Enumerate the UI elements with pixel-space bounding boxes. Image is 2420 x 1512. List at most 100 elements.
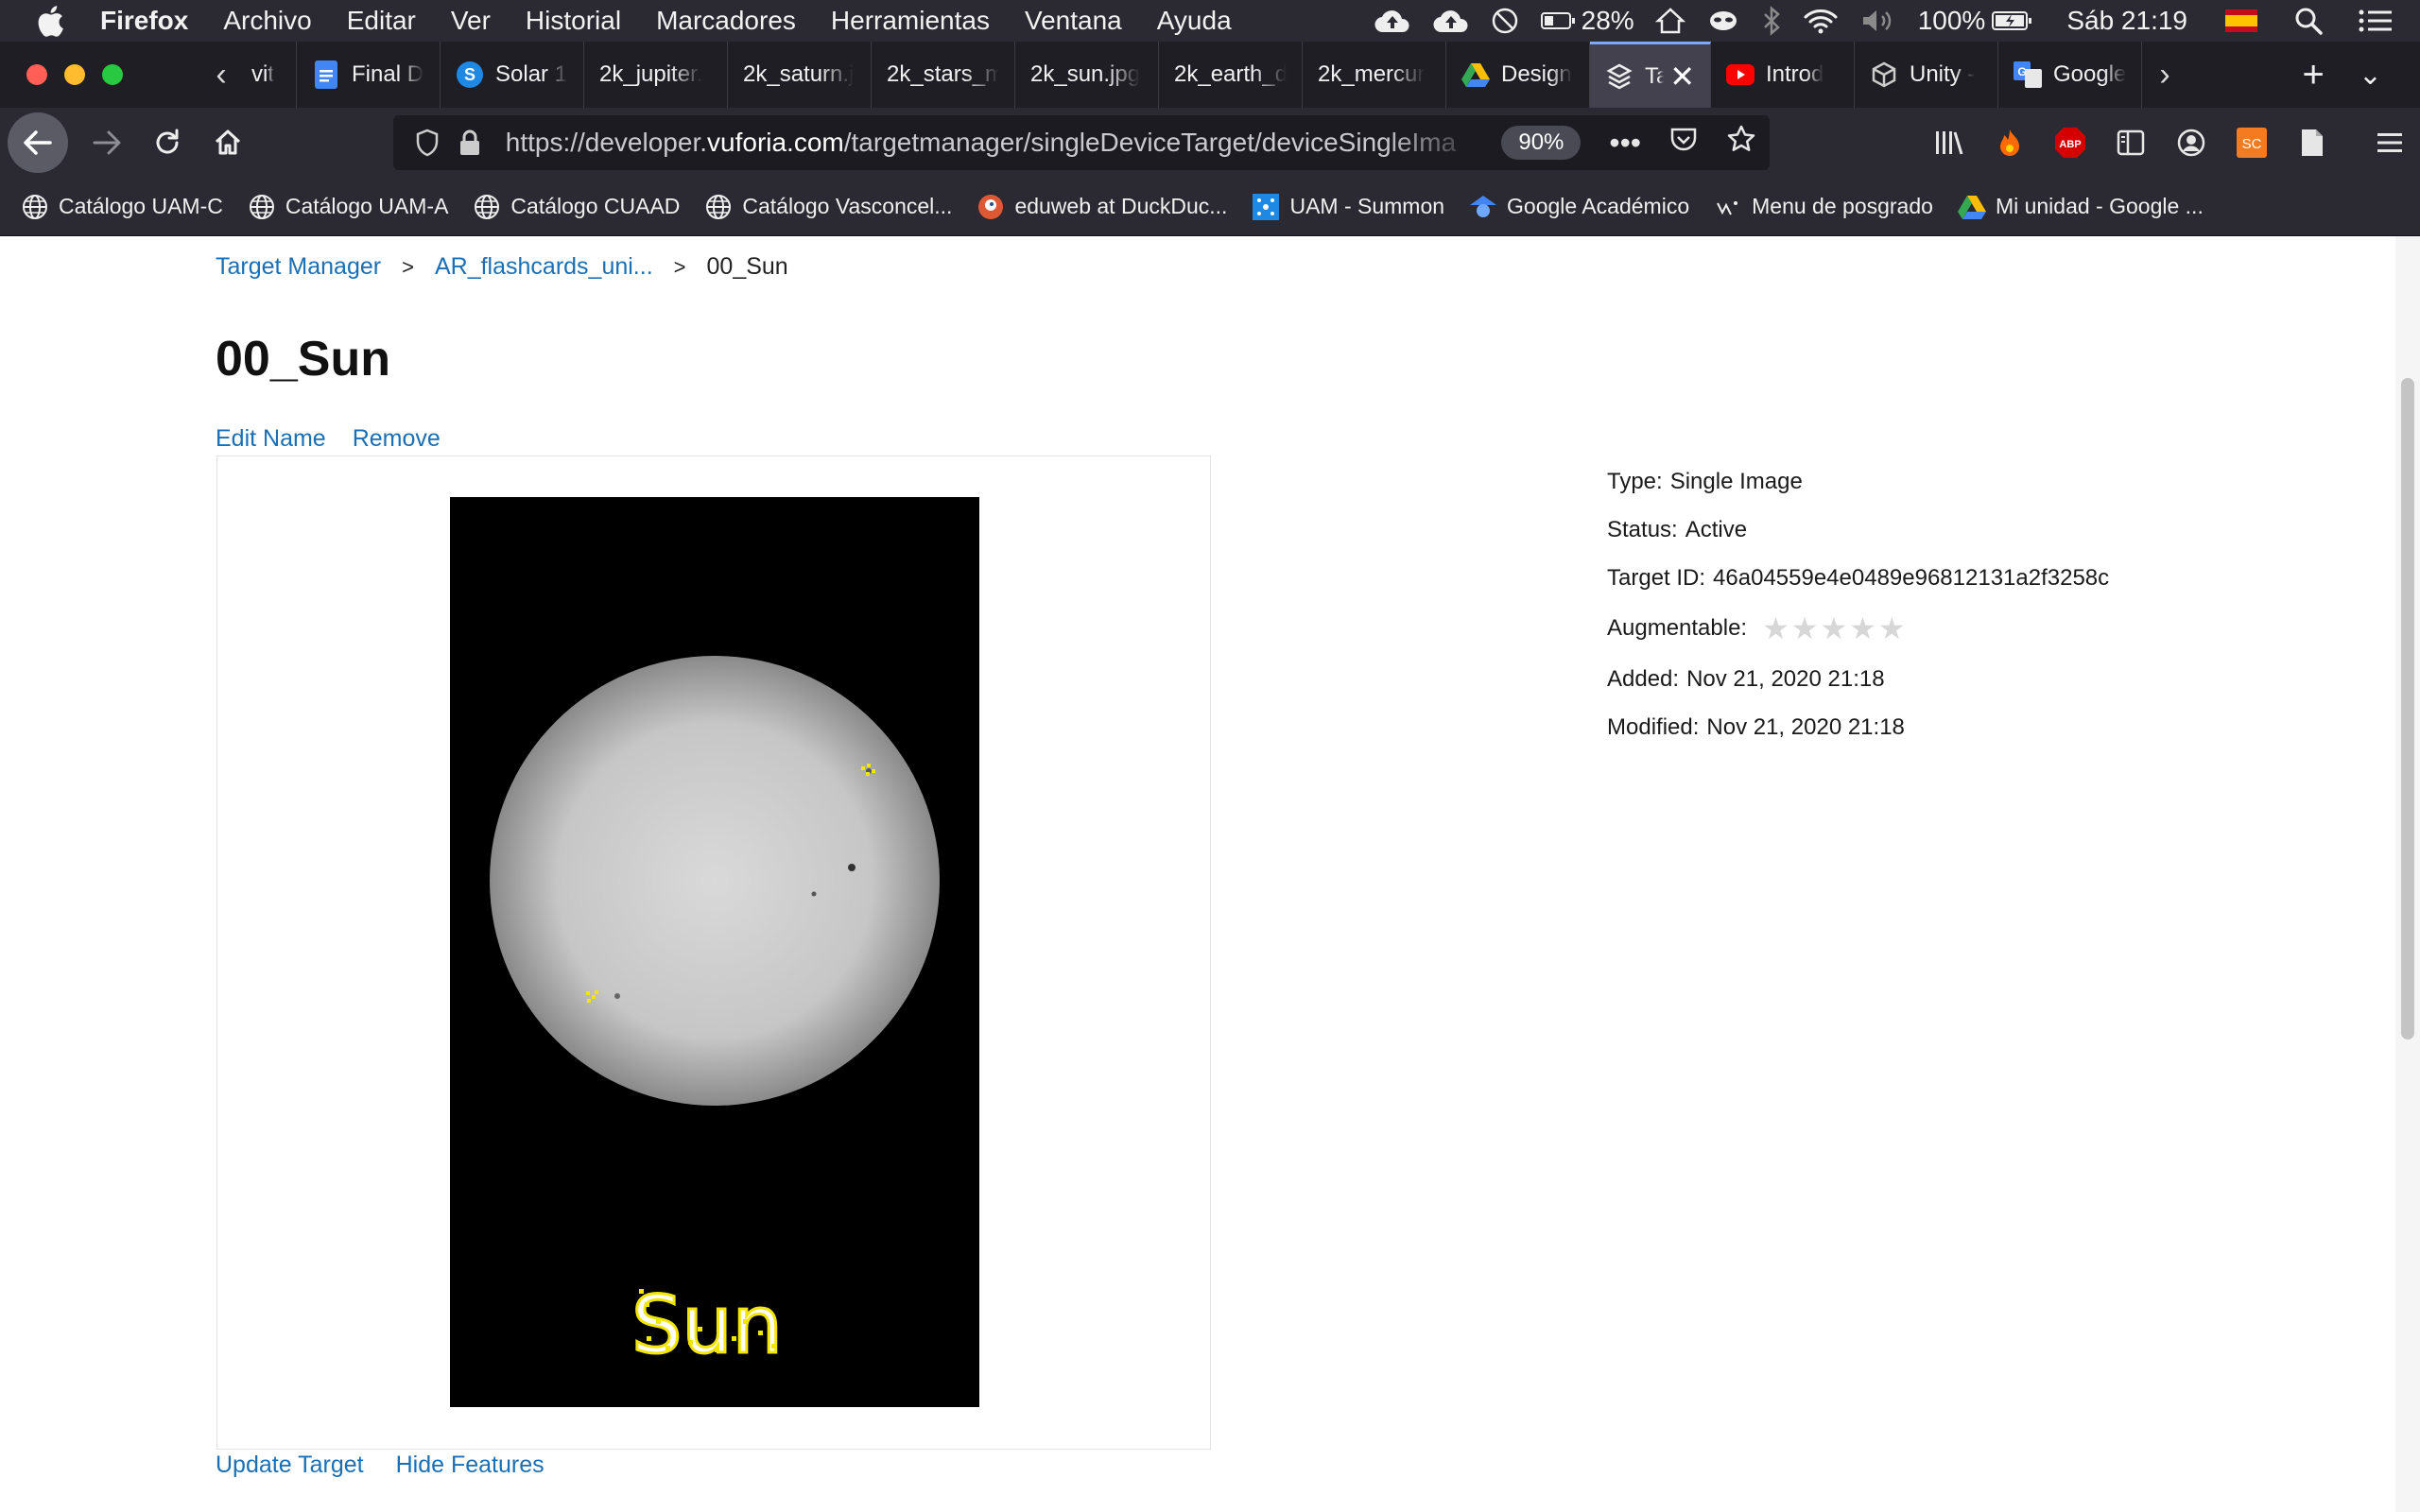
detail-added-value: Nov 21, 2020 21:18 [1686, 665, 1885, 692]
bookmark-eduweb-duckduckgo[interactable]: eduweb at DuckDuc... [977, 193, 1227, 221]
menu-app-firefox[interactable]: Firefox [100, 6, 188, 36]
breadcrumb-target-manager-link[interactable]: Target Manager [216, 253, 381, 281]
posgrado-icon [1714, 193, 1742, 221]
close-window-button[interactable] [26, 64, 47, 85]
battery-small-status[interactable]: 28% [1540, 6, 1634, 36]
breadcrumb-database-link[interactable]: AR_flashcards_uni... [435, 253, 653, 281]
menu-herramientas[interactable]: Herramientas [831, 6, 990, 36]
tab-0[interactable]: vit [244, 42, 297, 108]
tab-11[interactable]: Introd [1711, 42, 1855, 108]
tabs-scroll-left-icon[interactable]: ‹ [199, 42, 244, 108]
volume-icon[interactable] [1859, 7, 1897, 35]
list-all-tabs-icon[interactable]: ⌄ [2359, 59, 2382, 92]
globe-icon [473, 193, 501, 221]
reload-button[interactable] [138, 113, 197, 172]
menu-ventana[interactable]: Ventana [1025, 6, 1122, 36]
tab-2[interactable]: S Solar 1 [441, 42, 584, 108]
bookmark-label: Menu de posgrado [1752, 194, 1933, 218]
sidebar-toggle-icon[interactable] [2100, 129, 2161, 157]
page-scrollbar-thumb[interactable] [2401, 378, 2414, 1040]
sc-extension-icon[interactable]: SC [2221, 128, 2282, 158]
bookmark-catalogo-uam-a[interactable]: Catálogo UAM-A [248, 193, 448, 221]
tab-4[interactable]: 2k_saturn.j [728, 42, 872, 108]
target-actions: Edit Name Remove [216, 425, 467, 453]
cloud-sync-icon[interactable] [1432, 8, 1470, 34]
tab-label: 2k_mercur [1318, 61, 1426, 87]
fire-extension-icon[interactable] [1979, 128, 2040, 158]
update-target-link[interactable]: Update Target [216, 1452, 364, 1479]
edit-name-link[interactable]: Edit Name [216, 425, 326, 453]
bookmark-catalogo-uam-c[interactable]: Catálogo UAM-C [21, 193, 223, 221]
tab-label: Tar [1645, 62, 1664, 89]
home-button[interactable] [199, 113, 257, 172]
open-menu-icon[interactable] [2360, 130, 2420, 155]
do-not-disturb-icon[interactable] [1491, 7, 1519, 35]
tab-6[interactable]: 2k_sun.jpg [1015, 42, 1159, 108]
pocket-icon[interactable] [1669, 126, 1698, 161]
hide-features-link[interactable]: Hide Features [396, 1452, 544, 1479]
google-drive-icon [1461, 60, 1490, 89]
bookmark-google-academico[interactable]: Google Académico [1469, 193, 1689, 221]
mask-icon[interactable] [1706, 7, 1740, 35]
menu-historial[interactable]: Historial [526, 6, 621, 36]
lock-icon[interactable] [451, 129, 488, 157]
battery-main-status[interactable]: 100% [1918, 6, 2035, 36]
tab-list: vit Final D S Solar 1 2k_jupiter. 2k_sat… [244, 42, 2142, 108]
bookmark-menu-posgrado[interactable]: Menu de posgrado [1714, 193, 1933, 221]
bookmark-mi-unidad[interactable]: Mi unidad - Google ... [1957, 193, 2204, 221]
bookmark-catalogo-cuaad[interactable]: Catálogo CUAAD [473, 193, 680, 221]
menubar-clock[interactable]: Sáb 21:19 [2066, 6, 2187, 36]
detail-label: Added: [1607, 665, 1680, 692]
remove-link[interactable]: Remove [353, 425, 441, 453]
tab-5[interactable]: 2k_stars_m [872, 42, 1015, 108]
tracking-protection-shield-icon[interactable] [408, 129, 445, 157]
scholar-icon [1469, 193, 1497, 221]
bluetooth-icon[interactable] [1761, 6, 1782, 36]
tab-13[interactable]: G Google [1998, 42, 2142, 108]
minimize-window-button[interactable] [64, 64, 85, 85]
menu-archivo[interactable]: Archivo [223, 6, 311, 36]
menu-ver[interactable]: Ver [451, 6, 491, 36]
adblock-plus-icon[interactable]: ABP [2040, 127, 2100, 159]
cloud-upload-icon[interactable] [1374, 8, 1411, 34]
address-bar[interactable]: https://developer.vuforia.com/targetmana… [393, 115, 1770, 170]
document-extension-icon[interactable] [2282, 128, 2342, 158]
tab-10-active[interactable]: Tar ✕ [1590, 42, 1711, 108]
tab-9[interactable]: Design [1446, 42, 1590, 108]
tab-1[interactable]: Final D [297, 42, 441, 108]
detail-label: Augmentable: [1607, 615, 1748, 641]
menu-marcadores[interactable]: Marcadores [656, 6, 796, 36]
account-icon[interactable] [2161, 128, 2221, 158]
zoom-level-badge[interactable]: 90% [1501, 126, 1582, 160]
library-icon[interactable] [1919, 129, 1979, 157]
new-tab-icon[interactable]: + [2303, 54, 2325, 96]
tab-7[interactable]: 2k_earth_d [1159, 42, 1303, 108]
globe-icon [248, 193, 276, 221]
wifi-icon[interactable] [1803, 7, 1839, 35]
close-tab-icon[interactable]: ✕ [1664, 59, 1695, 94]
back-button[interactable] [8, 112, 68, 173]
forward-button[interactable] [78, 113, 136, 172]
maximize-window-button[interactable] [102, 64, 123, 85]
breadcrumb-separator: > [402, 254, 414, 279]
tab-8[interactable]: 2k_mercur [1303, 42, 1446, 108]
sun-disc [490, 656, 940, 1106]
page-actions-icon[interactable]: ••• [1609, 126, 1641, 161]
tab-label: 2k_saturn.j [743, 61, 855, 87]
bookmark-uam-summon[interactable]: UAM - Summon [1252, 193, 1444, 221]
spain-flag-icon[interactable] [2225, 9, 2257, 32]
bookmark-catalogo-vasconcelos[interactable]: Catálogo Vasconcel... [704, 193, 952, 221]
s-app-icon: S [456, 60, 484, 89]
menu-editar[interactable]: Editar [347, 6, 416, 36]
tab-12[interactable]: Unity - [1855, 42, 1998, 108]
url-text[interactable]: https://developer.vuforia.com/targetmana… [506, 128, 1483, 158]
menu-ayuda[interactable]: Ayuda [1157, 6, 1232, 36]
tab-label: Introd [1766, 61, 1824, 87]
spotlight-search-icon[interactable] [2293, 6, 2324, 36]
control-center-icon[interactable] [2358, 7, 2394, 35]
home-icon[interactable] [1654, 7, 1685, 35]
apple-menu-icon[interactable] [36, 4, 72, 38]
tabs-scroll-right-icon[interactable]: › [2142, 42, 2187, 108]
bookmark-star-icon[interactable] [1726, 124, 1756, 162]
tab-3[interactable]: 2k_jupiter. [584, 42, 728, 108]
